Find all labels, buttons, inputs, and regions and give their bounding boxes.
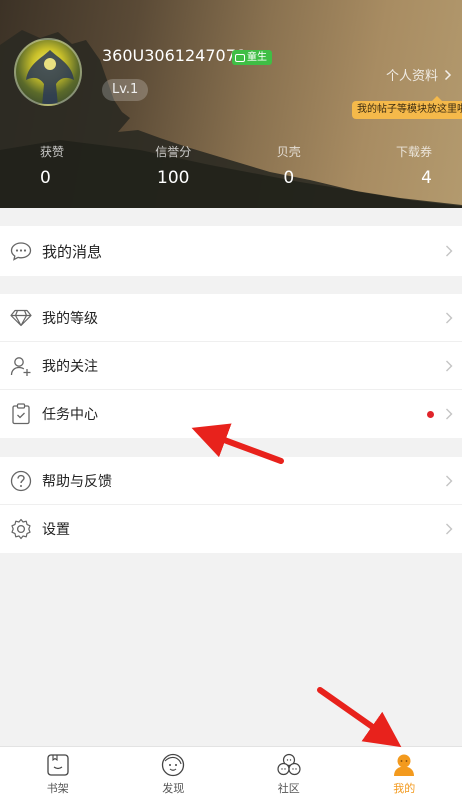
stat-value: 100 (157, 168, 190, 188)
tab-me[interactable]: 我的 (347, 747, 462, 801)
menu-item-follow[interactable]: 我的关注 (0, 342, 462, 390)
me-icon (394, 754, 415, 776)
tab-community[interactable]: 社区 (231, 747, 347, 801)
chevron-right-icon (446, 475, 453, 486)
badge-icon (235, 53, 245, 62)
stat-label: 下载券 (395, 145, 432, 159)
stat-shells[interactable]: 贝壳 0 (231, 143, 347, 188)
menu-item-tasks[interactable]: 任务中心 (0, 390, 462, 438)
profile-header: 360U3061247078 童生 Lv.1 个人资料 我的帖子等模块放这里啦 … (0, 0, 462, 208)
menu-item-settings[interactable]: 设置 (0, 505, 462, 553)
question-circle-icon (10, 470, 32, 492)
menu-item-label: 我的消息 (42, 242, 103, 261)
tab-label: 我的 (393, 782, 416, 795)
menu-item-label: 任务中心 (42, 407, 98, 423)
username: 360U3061247078 (102, 46, 247, 65)
stat-credit[interactable]: 信誉分 100 (116, 143, 232, 188)
discover-icon (162, 753, 185, 777)
notification-dot (427, 411, 434, 418)
diamond-icon (10, 307, 32, 329)
chevron-right-icon (446, 245, 453, 257)
menu-group-messages: 我的消息 (0, 226, 462, 276)
menu-item-messages[interactable]: 我的消息 (0, 226, 462, 276)
stat-label: 信誉分 (155, 145, 192, 159)
menu-item-label: 帮助与反馈 (42, 473, 112, 490)
tab-label: 社区 (277, 782, 300, 795)
menu-item-level[interactable]: 我的等级 (0, 294, 462, 342)
bottom-nav: 书架 发现 社区 我的 (0, 746, 462, 801)
stat-label: 获赞 (40, 145, 65, 159)
rank-badge: 童生 (232, 50, 272, 65)
menu-item-help[interactable]: 帮助与反馈 (0, 457, 462, 505)
menu-item-label: 我的等级 (42, 310, 98, 327)
tab-bookshelf[interactable]: 书架 (0, 747, 116, 801)
annotation-arrow-me-tab (317, 687, 402, 748)
stat-download-coupons[interactable]: 下载券 4 (347, 143, 462, 188)
chevron-right-icon (446, 408, 453, 420)
chevron-right-icon (446, 312, 453, 323)
tooltip-tip: 我的帖子等模块放这里啦 (352, 96, 462, 119)
tab-label: 发现 (162, 782, 185, 795)
stat-value: 0 (40, 168, 51, 188)
chevron-right-icon (446, 523, 453, 535)
menu-group-support: 帮助与反馈 设置 (0, 457, 462, 553)
stat-label: 贝壳 (276, 145, 301, 159)
profile-link[interactable]: 个人资料 (386, 65, 452, 84)
tab-label: 书架 (46, 782, 69, 795)
stat-value: 4 (421, 168, 432, 188)
avatar[interactable] (14, 38, 82, 106)
rank-badge-label: 童生 (247, 52, 267, 63)
bookshelf-icon (47, 754, 69, 776)
community-icon (277, 753, 301, 776)
stat-likes[interactable]: 获赞 0 (0, 143, 116, 188)
gear-icon (10, 518, 32, 540)
chevron-right-icon (446, 360, 453, 371)
stat-value: 0 (283, 168, 295, 188)
chevron-right-icon (444, 69, 452, 80)
profile-link-label: 个人资料 (385, 69, 438, 84)
chat-bubble-icon (10, 240, 32, 262)
stats-bar: 获赞 0 信誉分 100 贝壳 0 下载券 4 (0, 143, 462, 188)
clipboard-check-icon (10, 403, 32, 425)
add-user-icon (10, 355, 32, 377)
tab-discover[interactable]: 发现 (116, 747, 232, 801)
menu-item-label: 我的关注 (42, 358, 98, 375)
menu-item-label: 设置 (42, 522, 70, 538)
level-pill: Lv.1 (102, 79, 149, 101)
menu-group-account: 我的等级 我的关注 任务中心 (0, 294, 462, 438)
